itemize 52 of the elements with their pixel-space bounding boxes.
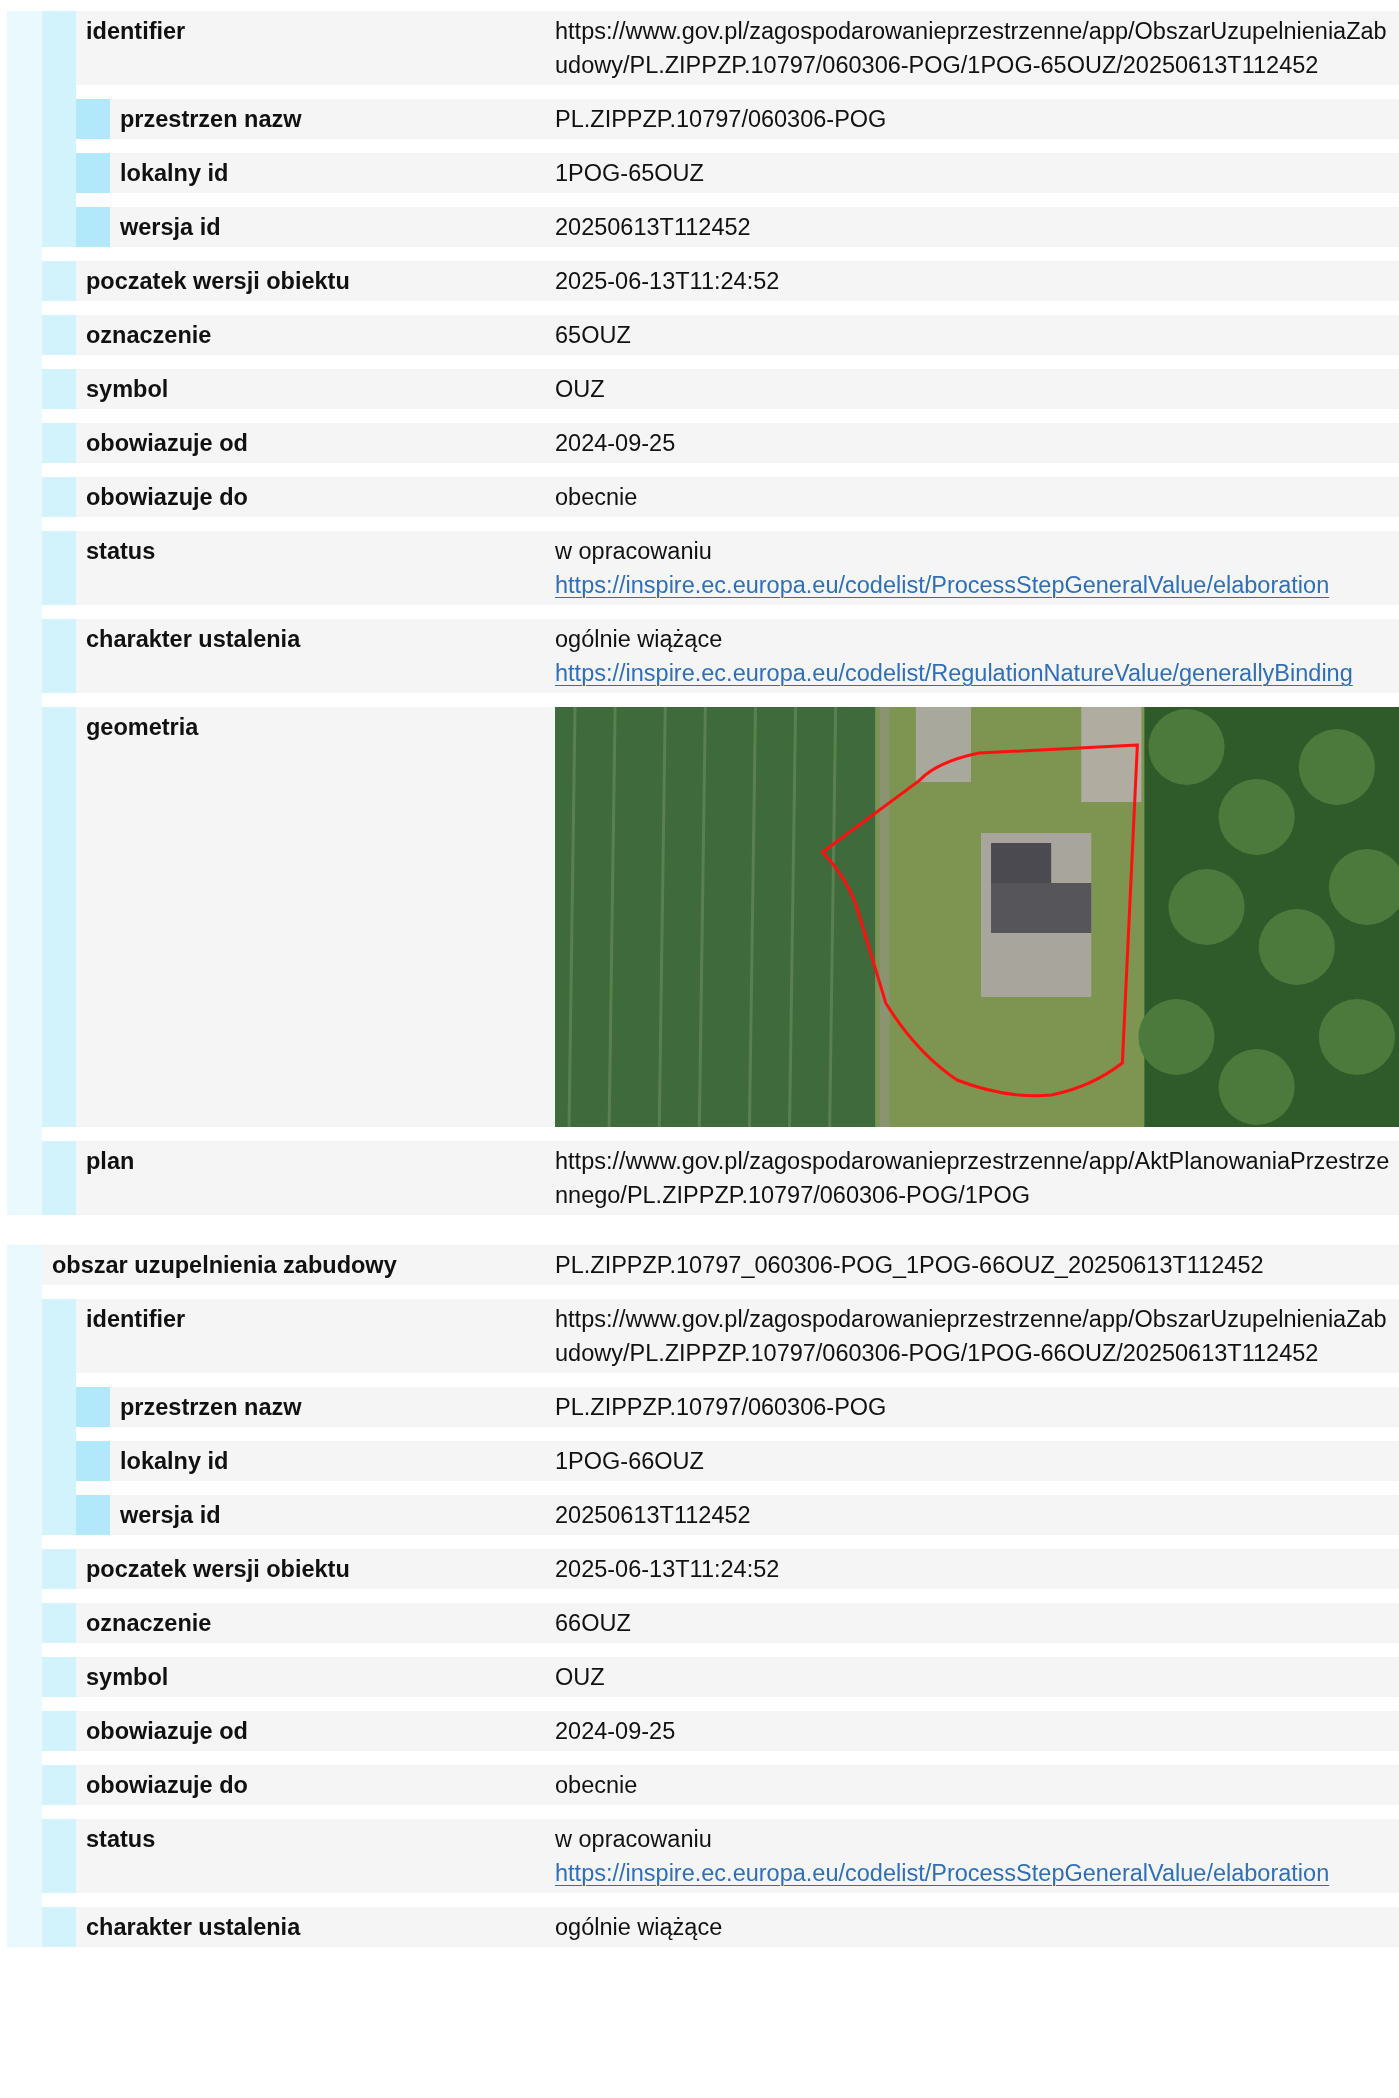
property-value: 20250613T112452 — [555, 1501, 752, 1530]
property-value: w opracowaniu — [555, 537, 713, 566]
property-label: poczatek wersji obiektu — [85, 267, 351, 296]
property-label: oznaczenie — [85, 321, 213, 350]
codelist-link[interactable]: https://inspire.ec.europa.eu/codelist/ProcessStepGeneralValue/elaboration — [555, 572, 1330, 598]
property-value: 2024-09-25 — [555, 1717, 677, 1746]
property-label: identifier — [85, 17, 187, 46]
property-label: geometria — [85, 713, 200, 742]
property-value: 65OUZ — [555, 321, 632, 350]
property-value: 1POG-66OUZ — [555, 1447, 705, 1476]
property-label: lokalny id — [119, 159, 230, 188]
property-label: obowiazuje od — [85, 1717, 249, 1746]
property-value: PL.ZIPPZP.10797/060306-POG — [555, 105, 888, 134]
property-value: 20250613T112452 — [555, 213, 752, 242]
property-label: lokalny id — [119, 1447, 230, 1476]
property-value: https://www.gov.pl/zagospodarowanieprzestrzenne/app/AktPlanowaniaPrzestrzennego/PL.ZIPPZP.10797/060306-POG/1POG — [555, 1147, 1391, 1210]
property-label: przestrzen nazw — [119, 105, 303, 134]
feature-id-value: PL.ZIPPZP.10797_060306-POG_1POG-66OUZ_20250613T112452 — [555, 1251, 1265, 1280]
property-label: poczatek wersji obiektu — [85, 1555, 351, 1584]
property-value: PL.ZIPPZP.10797/060306-POG — [555, 1393, 888, 1422]
codelist-link[interactable]: https://inspire.ec.europa.eu/codelist/ProcessStepGeneralValue/elaboration — [555, 1860, 1330, 1886]
property-value: ogólnie wiążące — [555, 1913, 724, 1942]
property-label: obowiazuje od — [85, 429, 249, 458]
property-label: przestrzen nazw — [119, 1393, 303, 1422]
property-value: w opracowaniu — [555, 1825, 713, 1854]
property-value: 2024-09-25 — [555, 429, 677, 458]
property-label: status — [85, 537, 157, 566]
property-label: symbol — [85, 375, 170, 404]
property-value: 66OUZ — [555, 1609, 632, 1638]
property-value: OUZ — [555, 375, 606, 404]
property-value: https://www.gov.pl/zagospodarowanieprzestrzenne/app/ObszarUzupelnieniaZabudowy/PL.ZIPPZP.10797/060306-POG/1POG-66OUZ/20250613T112452 — [555, 1305, 1388, 1368]
property-value: obecnie — [555, 1771, 639, 1800]
property-label: obowiazuje do — [85, 483, 249, 512]
property-value: 2025-06-13T11:24:52 — [555, 1555, 781, 1584]
property-value: ogólnie wiążące — [555, 625, 724, 654]
property-label: plan — [85, 1147, 136, 1176]
property-label: wersja id — [119, 1501, 222, 1530]
property-value: https://www.gov.pl/zagospodarowanieprzestrzenne/app/ObszarUzupelnieniaZabudowy/PL.ZIPPZP.10797/060306-POG/1POG-65OUZ/20250613T112452 — [555, 17, 1388, 80]
property-value: obecnie — [555, 483, 639, 512]
property-label: symbol — [85, 1663, 170, 1692]
property-label: obowiazuje do — [85, 1771, 249, 1800]
property-value: OUZ — [555, 1663, 606, 1692]
property-label: wersja id — [119, 213, 222, 242]
property-label: charakter ustalenia — [85, 625, 302, 654]
property-label: identifier — [85, 1305, 187, 1334]
property-label: status — [85, 1825, 157, 1854]
codelist-link[interactable]: https://inspire.ec.europa.eu/codelist/RegulationNatureValue/generallyBinding — [555, 660, 1353, 686]
feature-type-label: obszar uzupelnienia zabudowy — [51, 1251, 398, 1280]
property-value: 1POG-65OUZ — [555, 159, 705, 188]
property-value: 2025-06-13T11:24:52 — [555, 267, 781, 296]
property-label: charakter ustalenia — [85, 1913, 302, 1942]
property-label: oznaczenie — [85, 1609, 213, 1638]
